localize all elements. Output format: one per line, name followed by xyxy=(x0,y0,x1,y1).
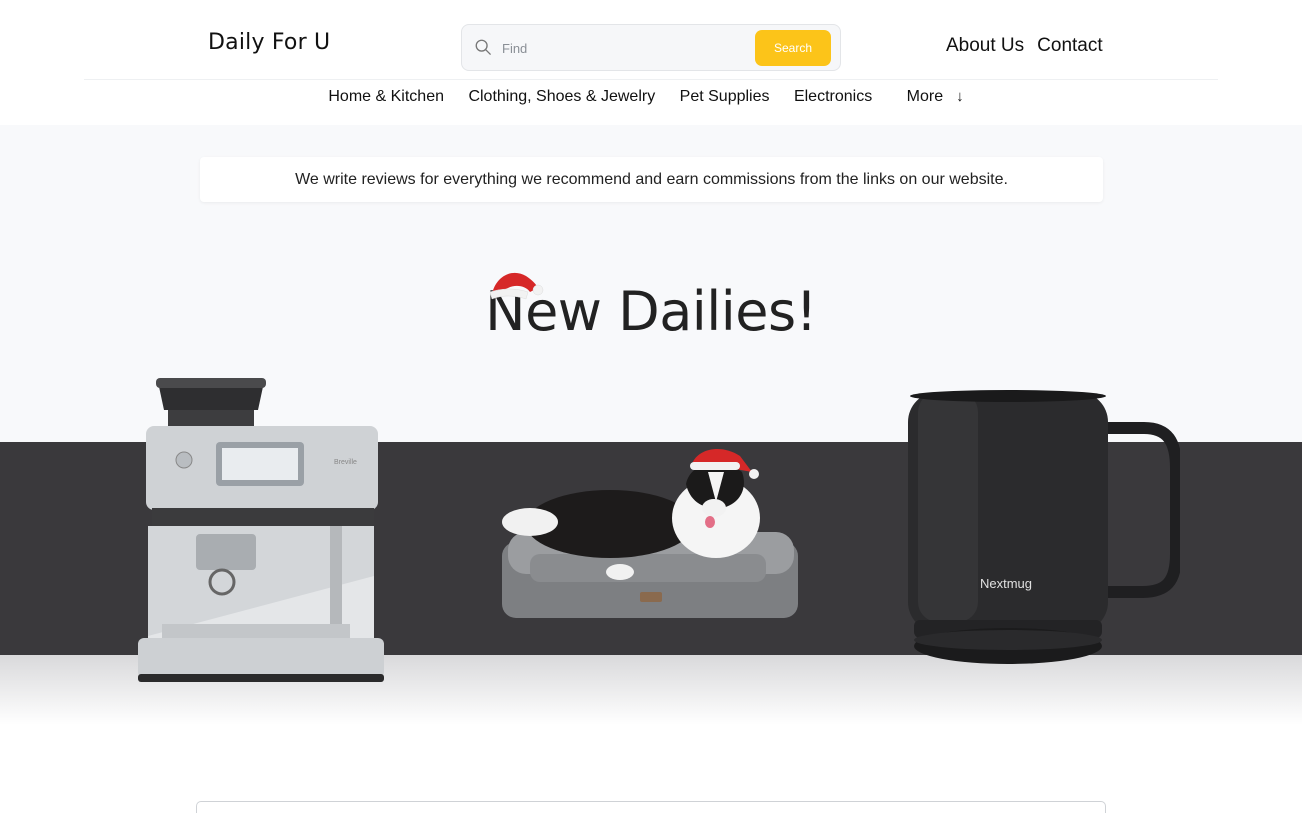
content-card-top xyxy=(196,801,1106,813)
site-logo[interactable]: Daily For U xyxy=(208,30,330,55)
page: Daily For U Search About Us Contact Home … xyxy=(0,0,1302,813)
espresso-machine-image[interactable]: Breville xyxy=(134,376,389,686)
santa-hat-icon xyxy=(489,272,544,300)
top-nav: About Us Contact xyxy=(946,35,1116,57)
logo-text: Daily For U xyxy=(208,30,331,55)
search-bar: Search xyxy=(461,24,841,71)
category-more-label: More xyxy=(906,88,944,105)
hero-title: New Dailies! xyxy=(485,280,817,343)
arrow-down-icon: ↓ xyxy=(956,88,964,105)
search-icon xyxy=(475,39,491,55)
dog-bed-image[interactable] xyxy=(490,442,802,624)
about-us-link[interactable]: About Us xyxy=(946,35,1024,56)
search-button[interactable]: Search xyxy=(755,30,831,66)
mug-brand-label: Nextmug xyxy=(980,576,1032,591)
category-pet-supplies[interactable]: Pet Supplies xyxy=(680,88,770,106)
category-nav: Home & Kitchen Clothing, Shoes & Jewelry… xyxy=(0,88,1302,116)
category-home-kitchen[interactable]: Home & Kitchen xyxy=(328,88,444,106)
smart-mug-image[interactable]: Nextmug xyxy=(904,388,1180,674)
header-divider xyxy=(84,79,1218,80)
category-clothing[interactable]: Clothing, Shoes & Jewelry xyxy=(468,88,655,106)
contact-link[interactable]: Contact xyxy=(1037,35,1102,56)
search-input[interactable] xyxy=(502,37,752,59)
espresso-brand-label: Breville xyxy=(334,459,357,466)
header: Daily For U Search About Us Contact xyxy=(0,0,1302,80)
affiliate-disclaimer: We write reviews for everything we recom… xyxy=(200,157,1103,202)
category-electronics[interactable]: Electronics xyxy=(794,88,872,106)
category-more[interactable]: More ↓ xyxy=(897,88,974,106)
